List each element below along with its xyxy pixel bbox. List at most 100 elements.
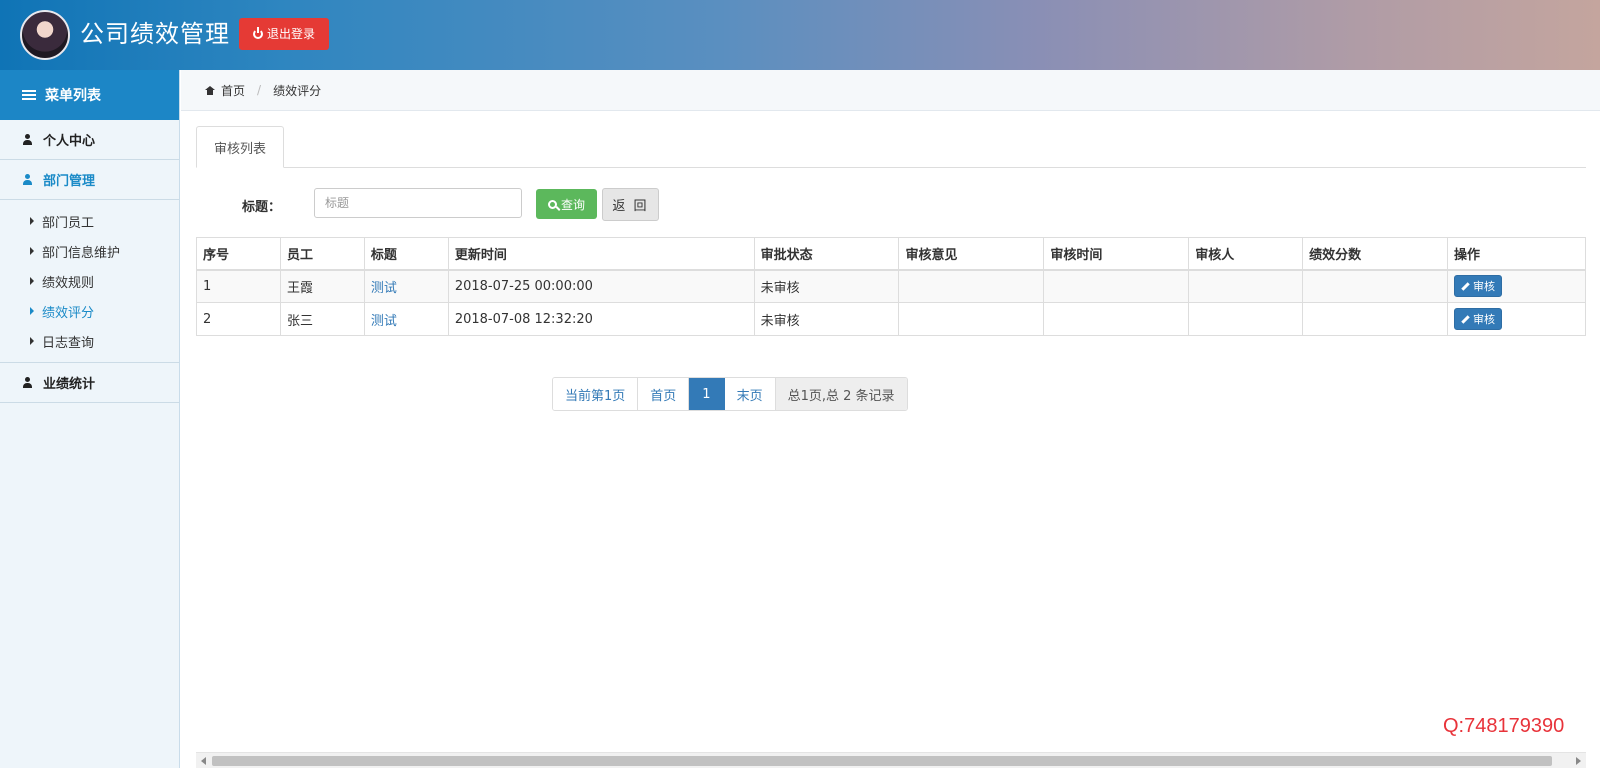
cell-title: 测试: [363, 269, 449, 303]
search-button-label: 查询: [560, 197, 585, 212]
cell-action: 审核: [1446, 302, 1587, 336]
review-button-label: 审核: [1472, 280, 1495, 294]
sidebar-item-department-management[interactable]: 部门管理: [0, 160, 179, 200]
breadcrumb-current: 绩效评分: [273, 83, 322, 98]
sidebar-submenu: 部门员工 部门信息维护 绩效规则 绩效评分 日志查询: [0, 200, 179, 363]
tab-bar: 审核列表: [196, 126, 1586, 168]
logout-label: 退出登录: [267, 27, 316, 41]
review-button-label: 审核: [1472, 313, 1495, 326]
sidebar-item-label: 部门管理: [43, 174, 96, 189]
cell-reviewer: [1188, 302, 1304, 336]
sidebar-subitem-label: 绩效规则: [42, 275, 95, 291]
cell-no: 1: [196, 269, 281, 303]
cell-opinion: [898, 269, 1045, 303]
pagination-summary: 总1页,总 2 条记录: [775, 378, 907, 410]
review-button[interactable]: 审核: [1453, 308, 1502, 330]
scroll-right-icon[interactable]: [1576, 757, 1581, 765]
horizontal-scrollbar[interactable]: [196, 752, 1586, 768]
power-icon: [253, 27, 263, 39]
top-header: 公司绩效管理 退出登录: [0, 0, 1600, 70]
caret-right-icon: [30, 307, 34, 315]
column-header: 操作: [1446, 237, 1587, 271]
cell-title: 测试: [363, 302, 449, 336]
table-row: 2 张三 测试 2018-07-08 12:32:20 未审核 审核: [196, 302, 1587, 336]
cell-status: 未审核: [753, 302, 900, 336]
caret-right-icon: [30, 247, 34, 255]
cell-score: [1302, 269, 1448, 303]
sidebar-subitem-label: 部门员工: [42, 215, 95, 231]
column-header: 审核意见: [898, 237, 1045, 271]
sidebar-subitem-log-query[interactable]: 日志查询: [0, 326, 179, 356]
sidebar: 菜单列表 个人中心 部门管理 部门员工 部门信息维护 绩效规则 绩效评分 日志查…: [0, 70, 180, 768]
pagination-current-page-label[interactable]: 当前第1页: [553, 378, 639, 410]
cell-status: 未审核: [753, 269, 900, 303]
scrollbar-thumb[interactable]: [212, 756, 1552, 766]
sidebar-item-label: 业绩统计: [43, 377, 96, 392]
pagination-first[interactable]: 首页: [638, 378, 690, 410]
search-button[interactable]: 查询: [536, 189, 597, 219]
back-button[interactable]: 返 回: [602, 188, 659, 221]
sidebar-item-label: 个人中心: [43, 134, 96, 149]
table-row: 1 王霞 测试 2018-07-25 00:00:00 未审核 审核: [196, 269, 1587, 303]
sidebar-subitem-department-staff[interactable]: 部门员工: [0, 206, 179, 236]
sidebar-item-personal-center[interactable]: 个人中心: [0, 120, 179, 160]
column-header: 绩效分数: [1302, 237, 1448, 271]
cell-reviewer: [1188, 269, 1304, 303]
logout-button[interactable]: 退出登录: [239, 18, 330, 50]
table-header-row: 序号 员工 标题 更新时间 审批状态 审核意见 审核时间 审核人 绩效分数 操作: [196, 237, 1587, 271]
sidebar-subitem-performance-rules[interactable]: 绩效规则: [0, 266, 179, 296]
scroll-left-icon[interactable]: [201, 757, 206, 765]
pagination-last[interactable]: 末页: [724, 378, 776, 410]
pencil-icon: [1461, 314, 1470, 324]
home-icon: [205, 85, 215, 95]
title-link[interactable]: 测试: [371, 281, 397, 296]
avatar: [20, 10, 70, 60]
cell-opinion: [898, 302, 1045, 336]
user-icon: [22, 134, 33, 145]
column-header: 序号: [196, 237, 281, 271]
title-search-input[interactable]: [314, 188, 522, 218]
sidebar-subitem-label: 绩效评分: [42, 305, 95, 321]
sidebar-subitem-department-info[interactable]: 部门信息维护: [0, 236, 179, 266]
cell-updated: 2018-07-08 12:32:20: [447, 302, 755, 336]
tab-review-list[interactable]: 审核列表: [196, 126, 284, 168]
sidebar-subitem-performance-scoring[interactable]: 绩效评分: [0, 296, 179, 326]
user-icon: [22, 377, 33, 388]
column-header: 更新时间: [447, 237, 755, 271]
caret-right-icon: [30, 337, 34, 345]
title-link[interactable]: 测试: [371, 314, 397, 329]
breadcrumb-home[interactable]: 首页: [221, 82, 245, 99]
sidebar-title: 菜单列表: [45, 88, 101, 104]
review-button[interactable]: 审核: [1453, 275, 1502, 298]
caret-right-icon: [30, 217, 34, 225]
sidebar-subitem-label: 日志查询: [42, 335, 95, 351]
sidebar-subitem-label: 部门信息维护: [42, 245, 121, 261]
cell-employee: 王霞: [279, 269, 365, 303]
breadcrumb: 首页 / 绩效评分: [181, 70, 1600, 111]
sidebar-item-performance-stats[interactable]: 业绩统计: [0, 363, 179, 403]
pagination-page-1[interactable]: 1: [689, 378, 725, 410]
pagination: 当前第1页 首页 1 末页 总1页,总 2 条记录: [552, 377, 908, 411]
review-table: 序号 员工 标题 更新时间 审批状态 审核意见 审核时间 审核人 绩效分数 操作…: [196, 237, 1587, 336]
list-icon: [22, 90, 36, 100]
breadcrumb-separator: /: [257, 83, 262, 97]
column-header: 审批状态: [753, 237, 900, 271]
sidebar-header: 菜单列表: [0, 70, 179, 120]
cell-no: 2: [196, 302, 281, 336]
column-header: 审核时间: [1043, 237, 1190, 271]
user-icon: [22, 174, 33, 185]
caret-right-icon: [30, 277, 34, 285]
pencil-icon: [1461, 282, 1470, 291]
cell-score: [1302, 302, 1448, 336]
search-label: 标题：: [242, 200, 282, 215]
app-title: 公司绩效管理: [80, 20, 230, 48]
cell-review-time: [1043, 302, 1190, 336]
column-header: 标题: [363, 237, 449, 271]
contact-watermark: Q:748179390: [1443, 715, 1565, 737]
column-header: 审核人: [1188, 237, 1304, 271]
cell-action: 审核: [1446, 269, 1587, 303]
cell-updated: 2018-07-25 00:00:00: [447, 269, 755, 303]
cell-employee: 张三: [279, 302, 365, 336]
column-header: 员工: [279, 237, 365, 271]
cell-review-time: [1043, 269, 1190, 303]
